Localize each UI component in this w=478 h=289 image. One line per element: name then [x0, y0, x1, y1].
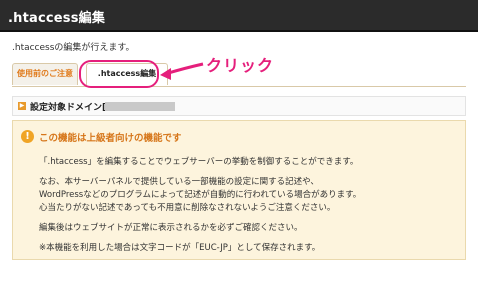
- htaccess-editor-page: .htaccess編集 .htaccessの編集が行えます。 使用前のご注意 .…: [0, 0, 478, 289]
- warning-line: 「.htaccess」を編集することでウェブサーバーの挙動を制御することができま…: [39, 157, 359, 167]
- warning-box: ! この機能は上級者向けの機能です 「.htaccess」を編集することでウェブ…: [12, 120, 466, 260]
- intro-text: .htaccessの編集が行えます。: [12, 43, 135, 53]
- target-domain-label: 設定対象ドメイン[: [30, 103, 107, 113]
- tab-divider: [12, 86, 466, 87]
- warning-title: この機能は上級者向けの機能です: [39, 133, 182, 144]
- title-bar: .htaccess編集: [0, 0, 478, 32]
- warning-line: なお、本サーバーパネルで提供している一部機能の設定に関する記述や、: [39, 177, 319, 187]
- tab-usage-notice[interactable]: 使用前のご注意: [12, 63, 78, 85]
- target-domain-value-redacted: [105, 102, 175, 111]
- warning-line: WordPressなどのプログラムによって記述が自動的に行われている場合がありま…: [39, 190, 362, 200]
- tab-highlight-annotation: [79, 60, 159, 88]
- click-annotation-label: クリック: [206, 56, 275, 75]
- page-title: .htaccess編集: [8, 11, 106, 26]
- domain-marker-icon: ▶: [18, 102, 26, 110]
- target-domain-row: ▶ 設定対象ドメイン[: [12, 96, 466, 116]
- warning-line: 心当たりがない記述であっても不用意に削除なされないようご注意ください。: [39, 203, 336, 213]
- warning-line: ※本機能を利用した場合は文字コードが「EUC-JP」として保存されます。: [39, 243, 321, 253]
- warning-icon: !: [21, 130, 34, 143]
- warning-line: 編集後はウェブサイトが正常に表示されるかを必ずご確認ください。: [39, 223, 303, 233]
